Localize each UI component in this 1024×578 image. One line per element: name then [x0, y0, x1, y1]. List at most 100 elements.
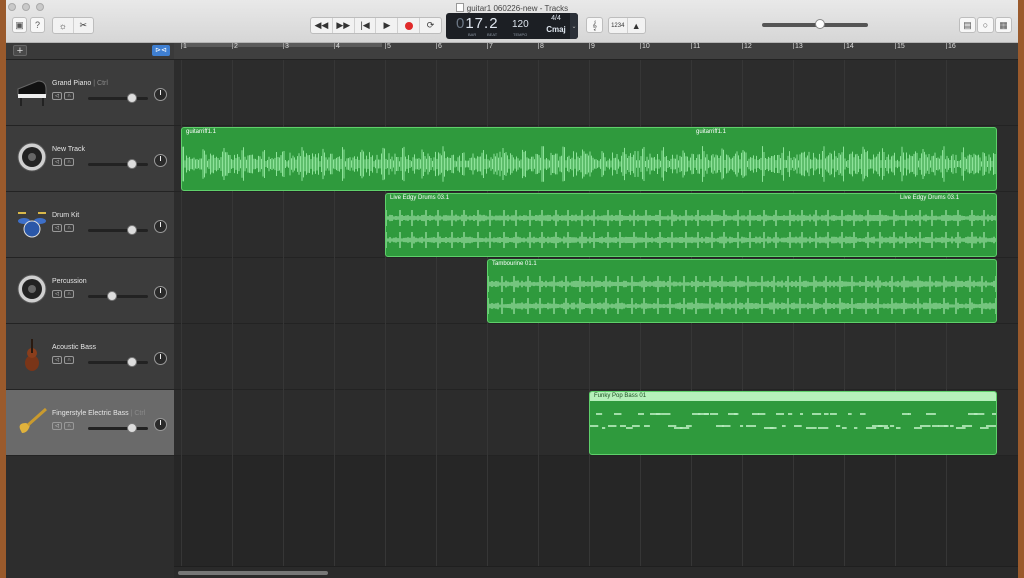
volume-knob[interactable]: [126, 225, 137, 235]
audio-region[interactable]: Tambourine 01.1: [487, 259, 997, 323]
ruler-bar-number: 4: [336, 43, 340, 50]
loops-icon[interactable]: ○: [977, 17, 994, 33]
solo-headphones-icon[interactable]: ∩: [64, 356, 74, 364]
record-icon[interactable]: [398, 18, 421, 33]
volume-knob[interactable]: [126, 423, 137, 433]
tuner-icon[interactable]: 𝄞: [586, 17, 603, 33]
playhead-position: 017.2: [456, 15, 499, 32]
pan-knob[interactable]: [154, 352, 167, 365]
master-volume-knob[interactable]: [814, 19, 825, 29]
count-in-button[interactable]: 1234: [609, 18, 628, 33]
ruler-tick: [334, 43, 335, 49]
timeline-ruler[interactable]: 1 2 3 4 5 6 7 8 9 10 11 12 13 14 15 16: [174, 43, 1018, 60]
track-volume-slider[interactable]: [88, 159, 148, 169]
audio-region[interactable]: Live Edgy Drums 03.1 Live Edgy Drums 03.1: [385, 193, 997, 257]
volume-knob[interactable]: [107, 291, 118, 301]
rewind-icon[interactable]: ◀◀: [311, 18, 333, 33]
track-volume-slider[interactable]: [88, 225, 148, 235]
region-loop-name: Live Edgy Drums 03.1: [900, 195, 960, 201]
track-name-text: Fingerstyle Electric Bass: [52, 410, 129, 417]
ruler-bar-number: 14: [846, 43, 854, 50]
ruler-tick: [589, 43, 590, 49]
pan-knob[interactable]: [154, 154, 167, 167]
track-name[interactable]: New Track: [52, 146, 85, 153]
track-header[interactable]: Acoustic Bass ◁ ∩: [6, 324, 174, 390]
pan-knob[interactable]: [154, 286, 167, 299]
pan-knob[interactable]: [154, 88, 167, 101]
track-header[interactable]: Drum Kit ◁ ∩: [6, 192, 174, 258]
track-name-text: Grand Piano: [52, 80, 92, 87]
ruler-tick: [946, 43, 947, 49]
drum-kit-icon: [14, 205, 50, 241]
ruler-tick: [640, 43, 641, 49]
library-icon[interactable]: ▣: [12, 17, 27, 33]
cycle-region-bar[interactable]: [182, 43, 382, 47]
track-volume-slider[interactable]: [88, 93, 148, 103]
solo-headphones-icon[interactable]: ∩: [64, 224, 74, 232]
track-header[interactable]: Percussion ◁ ∩: [6, 258, 174, 324]
master-volume-slider[interactable]: [762, 19, 868, 29]
region-header: [590, 392, 996, 401]
track-volume-slider[interactable]: [88, 291, 148, 301]
solo-headphones-icon[interactable]: ∩: [64, 422, 74, 430]
go-to-start-icon[interactable]: |◀: [355, 18, 377, 33]
track-name-text: New Track: [52, 146, 86, 153]
track-lane[interactable]: [174, 324, 1018, 390]
solo-headphones-icon[interactable]: ∩: [64, 290, 74, 298]
track-volume-slider[interactable]: [88, 357, 148, 367]
region-loop-name: guitarriff1.1: [696, 129, 726, 135]
volume-knob[interactable]: [126, 159, 137, 169]
mute-icon[interactable]: ◁: [52, 224, 62, 232]
speaker-icon: [14, 139, 50, 175]
solo-headphones-icon[interactable]: ∩: [64, 158, 74, 166]
fast-forward-icon[interactable]: ▶▶: [333, 18, 355, 33]
tracks-area[interactable]: guitarriff1.1 guitarriff1.1 Live Edgy Drum…: [174, 60, 1018, 566]
mute-icon[interactable]: ◁: [52, 290, 62, 298]
track-volume-slider[interactable]: [88, 423, 148, 433]
lcd-display[interactable]: 017.2 BAR BEAT 120 TEMPO 4/4 Cmaj ⌄: [446, 13, 578, 39]
midi-region[interactable]: Funky Pop Bass 01: [589, 391, 997, 455]
ruler-tick: [283, 43, 284, 49]
track-header[interactable]: Fingerstyle Electric Bass | Ctrl ◁ ∩: [6, 390, 174, 456]
volume-knob[interactable]: [126, 357, 137, 367]
mute-icon[interactable]: ◁: [52, 92, 62, 100]
lcd-mode-chevron-icon[interactable]: ⌄: [570, 13, 578, 39]
help-icon[interactable]: ?: [30, 17, 45, 33]
scroll-thumb[interactable]: [178, 571, 328, 575]
track-lane[interactable]: [174, 60, 1018, 126]
mute-icon[interactable]: ◁: [52, 422, 62, 430]
editors-icon[interactable]: ✂: [74, 18, 94, 33]
play-icon[interactable]: ▶: [376, 18, 399, 33]
track-name-text: Percussion: [52, 278, 87, 285]
pan-knob[interactable]: [154, 418, 167, 431]
track-control-suffix: | Ctrl: [93, 80, 108, 87]
smart-controls-icon[interactable]: ☼: [53, 18, 74, 33]
track-name[interactable]: Fingerstyle Electric Bass | Ctrl: [52, 410, 145, 417]
horizontal-scrollbar[interactable]: [174, 566, 1018, 578]
add-track-button[interactable]: +: [13, 45, 27, 57]
notepad-icon[interactable]: ▤: [959, 17, 976, 33]
ruler-bar-number: 6: [438, 43, 442, 50]
track-name[interactable]: Drum Kit: [52, 212, 79, 219]
ruler-tick: [538, 43, 539, 49]
volume-knob[interactable]: [126, 93, 137, 103]
audio-region[interactable]: guitarriff1.1 guitarriff1.1: [181, 127, 997, 191]
pan-knob[interactable]: [154, 220, 167, 233]
cycle-icon[interactable]: ⟳: [420, 18, 441, 33]
mute-icon[interactable]: ◁: [52, 356, 62, 364]
ruler-bar-number: 5: [387, 43, 391, 50]
bar-label: BAR: [468, 32, 477, 37]
flex-follow-icon[interactable]: ⊳⊲: [152, 45, 170, 56]
mute-icon[interactable]: ◁: [52, 158, 62, 166]
metronome-icon[interactable]: ▲: [628, 18, 646, 33]
track-header[interactable]: Grand Piano | Ctrl ◁ ∩: [6, 60, 174, 126]
document-icon: [455, 3, 464, 12]
ruler-tick: [844, 43, 845, 49]
solo-headphones-icon[interactable]: ∩: [64, 92, 74, 100]
track-header[interactable]: New Track ◁ ∩: [6, 126, 174, 192]
ruler-tick: [742, 43, 743, 49]
media-browser-icon[interactable]: ▦: [995, 17, 1012, 33]
track-name[interactable]: Grand Piano | Ctrl: [52, 80, 108, 87]
track-name[interactable]: Acoustic Bass: [52, 344, 96, 351]
track-name[interactable]: Percussion: [52, 278, 87, 285]
